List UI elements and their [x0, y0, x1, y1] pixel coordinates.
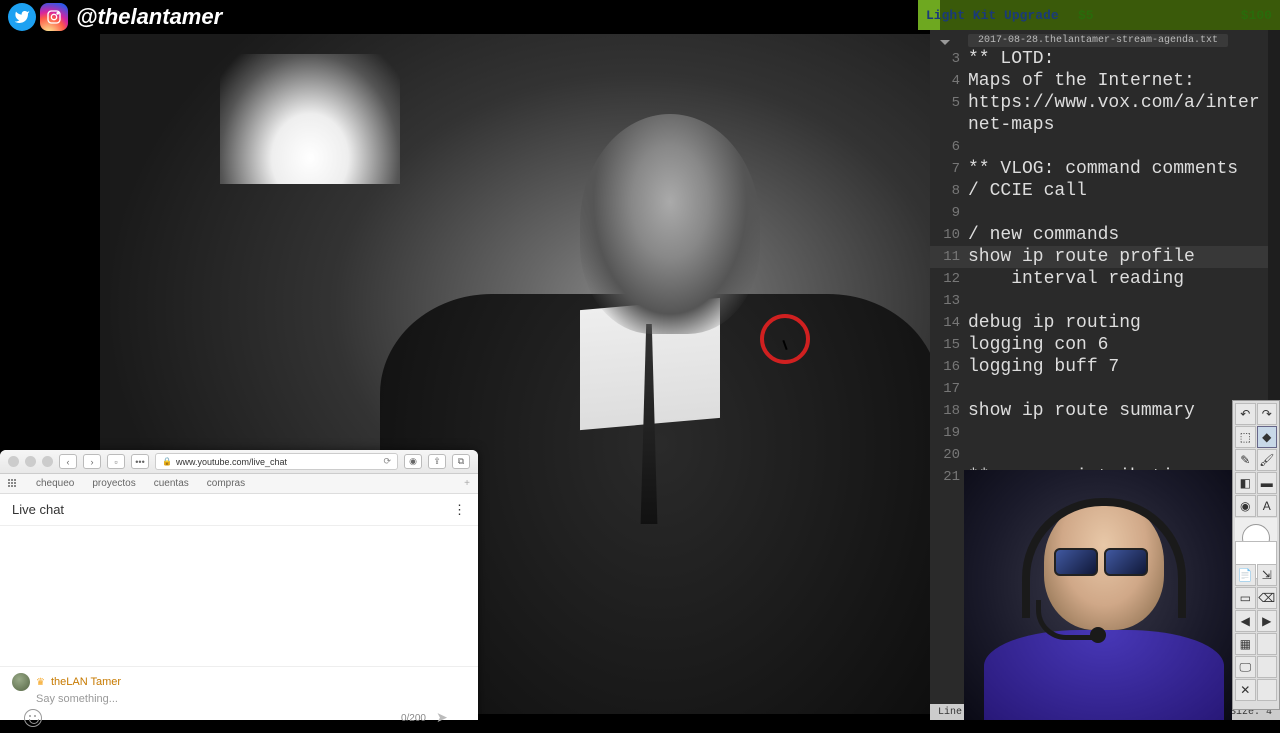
instagram-icon[interactable]: [40, 3, 68, 31]
code-line[interactable]: 3** LOTD:: [930, 48, 1268, 70]
tool-redo[interactable]: ↷: [1257, 403, 1278, 425]
chat-input-area: ♛ theLAN Tamer Say something... 0/200 ➤: [0, 666, 478, 733]
tool-blank2[interactable]: [1257, 656, 1278, 678]
code-line[interactable]: 14debug ip routing: [930, 312, 1268, 334]
code-line[interactable]: 18show ip route summary: [930, 400, 1268, 422]
bookmark-item[interactable]: compras: [207, 478, 245, 489]
owner-badge-icon: ♛: [36, 677, 45, 688]
share-button[interactable]: ⇪: [428, 454, 446, 469]
twitter-icon[interactable]: [8, 3, 36, 31]
code-line[interactable]: 6: [930, 136, 1268, 158]
cursor-highlight-icon: [760, 314, 810, 364]
code-line[interactable]: 19: [930, 422, 1268, 444]
tabs-button[interactable]: ⧉: [452, 454, 470, 469]
sidebar-button[interactable]: ▫: [107, 454, 125, 469]
chat-input[interactable]: Say something...: [36, 693, 466, 705]
editor-dropdown-icon[interactable]: [940, 34, 950, 44]
tool-grid[interactable]: ▦: [1235, 633, 1256, 655]
tool-highlighter[interactable]: ▬: [1257, 472, 1278, 494]
code-line[interactable]: 4Maps of the Internet:: [930, 70, 1268, 92]
reload-icon[interactable]: ⟳: [383, 456, 391, 467]
tool-pencil[interactable]: ✎: [1235, 449, 1256, 471]
tool-page[interactable]: ▭: [1235, 587, 1256, 609]
chat-user-row: ♛ theLAN Tamer: [12, 673, 466, 691]
bookmark-item[interactable]: proyectos: [92, 478, 135, 489]
code-line[interactable]: 16logging buff 7: [930, 356, 1268, 378]
tool-pointer[interactable]: ◆: [1257, 426, 1278, 448]
code-line[interactable]: 12 interval reading: [930, 268, 1268, 290]
browser-window[interactable]: ‹ › ▫ ••• 🔒 www.youtube.com/live_chat ⟳ …: [0, 450, 478, 720]
tool-eraser[interactable]: ◧: [1235, 472, 1256, 494]
emoji-picker-icon[interactable]: [24, 709, 42, 727]
tool-brush[interactable]: 🖌: [1257, 449, 1278, 471]
drawing-toolbox[interactable]: ↶ ↷ ⬚ ◆ ✎ 🖌 ◧ ▬ ◉ A 📄 ⇲ ▭ ⌫ ◀ ▶ ▦ 🖵 ✕: [1232, 400, 1280, 710]
url-text: www.youtube.com/live_chat: [176, 457, 287, 467]
tool-select[interactable]: ⬚: [1235, 426, 1256, 448]
code-line[interactable]: 17: [930, 378, 1268, 400]
code-line[interactable]: 13: [930, 290, 1268, 312]
tool-blank[interactable]: [1257, 633, 1278, 655]
stream-header: @thelantamer: [0, 0, 1280, 34]
tool-export[interactable]: ⇲: [1257, 564, 1278, 586]
chat-username: theLAN Tamer: [51, 676, 121, 688]
code-line[interactable]: 20: [930, 444, 1268, 466]
chat-messages[interactable]: [0, 526, 478, 666]
char-counter: 0/200: [401, 713, 426, 724]
tool-prev[interactable]: ◀: [1235, 610, 1256, 632]
send-icon[interactable]: ➤: [436, 709, 454, 727]
browser-titlebar[interactable]: ‹ › ▫ ••• 🔒 www.youtube.com/live_chat ⟳ …: [0, 450, 478, 474]
lamp-prop: [220, 54, 400, 184]
back-button[interactable]: ‹: [59, 454, 77, 469]
tool-stamp[interactable]: ◉: [1235, 495, 1256, 517]
reader-button[interactable]: ◉: [404, 454, 422, 469]
chat-header: Live chat ⋮: [0, 494, 478, 526]
maximize-icon[interactable]: [42, 456, 53, 467]
tool-close[interactable]: ✕: [1235, 679, 1256, 701]
figure-face: [580, 114, 760, 334]
code-line[interactable]: 11show ip route profile: [930, 246, 1268, 268]
tool-import[interactable]: 📄: [1235, 564, 1256, 586]
code-line[interactable]: 9: [930, 202, 1268, 224]
code-line[interactable]: 8/ CCIE call: [930, 180, 1268, 202]
tool-next[interactable]: ▶: [1257, 610, 1278, 632]
tool-blank3[interactable]: [1257, 679, 1278, 701]
minimize-icon[interactable]: [25, 456, 36, 467]
address-bar[interactable]: 🔒 www.youtube.com/live_chat ⟳: [155, 453, 398, 470]
bookmarks-bar[interactable]: chequeo proyectos cuentas compras +: [0, 474, 478, 494]
tool-screen[interactable]: 🖵: [1235, 656, 1256, 678]
forward-button[interactable]: ›: [83, 454, 101, 469]
sunglasses-icon: [1054, 548, 1154, 578]
tool-delete[interactable]: ⌫: [1257, 587, 1278, 609]
chat-footer: 0/200 ➤: [12, 705, 466, 727]
apps-grid-icon[interactable]: [8, 479, 18, 489]
chat-menu-icon[interactable]: ⋮: [453, 502, 466, 518]
editor-tab[interactable]: 2017-08-28.thelantamer-stream-agenda.txt: [968, 34, 1228, 47]
social-handle: @thelantamer: [76, 4, 222, 30]
webcam-feed: [964, 470, 1232, 720]
close-icon[interactable]: [8, 456, 19, 467]
code-line[interactable]: 7** VLOG: command comments: [930, 158, 1268, 180]
tool-text[interactable]: A: [1257, 495, 1278, 517]
bookmark-item[interactable]: cuentas: [154, 478, 189, 489]
avatar: [12, 673, 30, 691]
streamer-body: [984, 630, 1224, 720]
social-icons: @thelantamer: [0, 0, 230, 35]
code-line[interactable]: 15logging con 6: [930, 334, 1268, 356]
code-line[interactable]: 5https://www.vox.com/a/internet-maps: [930, 92, 1268, 136]
new-tab-icon[interactable]: +: [464, 478, 470, 489]
lock-icon: 🔒: [162, 457, 172, 466]
chat-title: Live chat: [12, 502, 64, 517]
tool-undo[interactable]: ↶: [1235, 403, 1256, 425]
bookmark-item[interactable]: chequeo: [36, 478, 74, 489]
code-line[interactable]: 10/ new commands: [930, 224, 1268, 246]
menu-button[interactable]: •••: [131, 454, 149, 469]
